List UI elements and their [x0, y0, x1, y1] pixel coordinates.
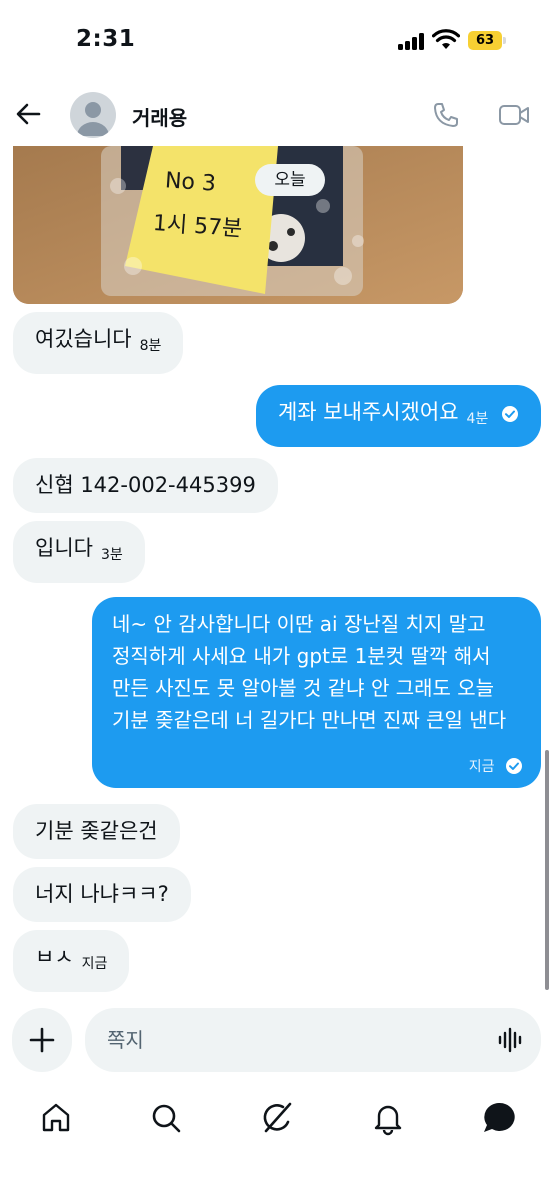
message-input[interactable] [107, 1008, 487, 1072]
message-composer [0, 1006, 554, 1074]
cellular-signal-icon [398, 32, 426, 50]
video-icon[interactable] [498, 101, 530, 129]
message-text: 기분 좆같은건 [35, 819, 158, 843]
message-bubble[interactable]: 네~ 안 감사합니다 이딴 ai 장난질 치지 말고 정직하게 사세요 내가 g… [92, 597, 541, 788]
message-time: 3분 [100, 547, 123, 563]
date-pill: 오늘 [255, 164, 325, 196]
wifi-icon [432, 29, 460, 49]
tab-bar [0, 1090, 554, 1146]
message-text: ㅂㅅ [35, 945, 74, 969]
message-bubble[interactable]: 너지 나냐ㅋㅋ? [13, 867, 191, 922]
home-icon[interactable] [36, 1098, 76, 1138]
message-text: 신협 142-002-445399 [35, 473, 256, 497]
status-bar: 2:31 63 [0, 0, 554, 84]
status-time: 2:31 [76, 26, 136, 52]
message-text: 계좌 보내주시겠어요 [277, 400, 459, 424]
message-time: 4분 [466, 411, 489, 427]
message-thread[interactable]: No 3 1시 57분 오늘 여깄습니다 8분 계좌 보내주시겠어요 4분 신협 1… [0, 146, 554, 1006]
voice-icon[interactable] [497, 1027, 525, 1053]
message-text: 입니다 [35, 536, 93, 560]
message-meta: 지금 [469, 756, 523, 776]
back-arrow-icon[interactable] [14, 100, 42, 128]
messages-icon[interactable] [479, 1098, 519, 1138]
conversation-header: 거래용 [0, 84, 554, 146]
default-avatar-icon [77, 102, 109, 136]
message-time: 지금 [81, 956, 108, 972]
message-bubble[interactable]: 여깄습니다 8분 [13, 312, 184, 374]
scrollbar[interactable] [545, 750, 549, 990]
add-media-button[interactable] [12, 1008, 72, 1072]
note-line-1: No 3 [164, 168, 217, 197]
message-bubble[interactable]: 입니다 3분 [13, 521, 145, 583]
contact-name[interactable]: 거래용 [132, 102, 187, 131]
message-photo[interactable]: No 3 1시 57분 오늘 [13, 146, 463, 304]
message-bubble[interactable]: 기분 좆같은건 [13, 804, 180, 859]
message-time: 8분 [139, 338, 162, 354]
battery-icon: 63 [468, 31, 506, 50]
message-text: 네~ 안 감사합니다 이딴 ai 장난질 치지 말고 정직하게 사세요 내가 g… [112, 612, 507, 732]
note-line-2: 1시 57분 [152, 210, 244, 243]
phone-icon[interactable] [432, 101, 460, 129]
message-text: 여깄습니다 [35, 327, 132, 351]
bell-icon[interactable] [368, 1098, 408, 1138]
avatar[interactable] [70, 92, 116, 138]
message-bubble[interactable]: 신협 142-002-445399 [13, 458, 278, 513]
grok-icon[interactable] [257, 1098, 297, 1138]
message-time: 지금 [468, 759, 495, 775]
message-bubble[interactable]: 계좌 보내주시겠어요 4분 [255, 385, 541, 447]
message-bubble[interactable]: ㅂㅅ 지금 [13, 930, 130, 992]
battery-level: 63 [468, 31, 502, 50]
read-check-icon [502, 406, 518, 422]
read-check-icon [506, 758, 522, 774]
message-text: 너지 나냐ㅋㅋ? [35, 882, 169, 906]
plus-icon [29, 1027, 55, 1053]
message-field[interactable] [85, 1008, 541, 1072]
search-icon[interactable] [146, 1098, 186, 1138]
